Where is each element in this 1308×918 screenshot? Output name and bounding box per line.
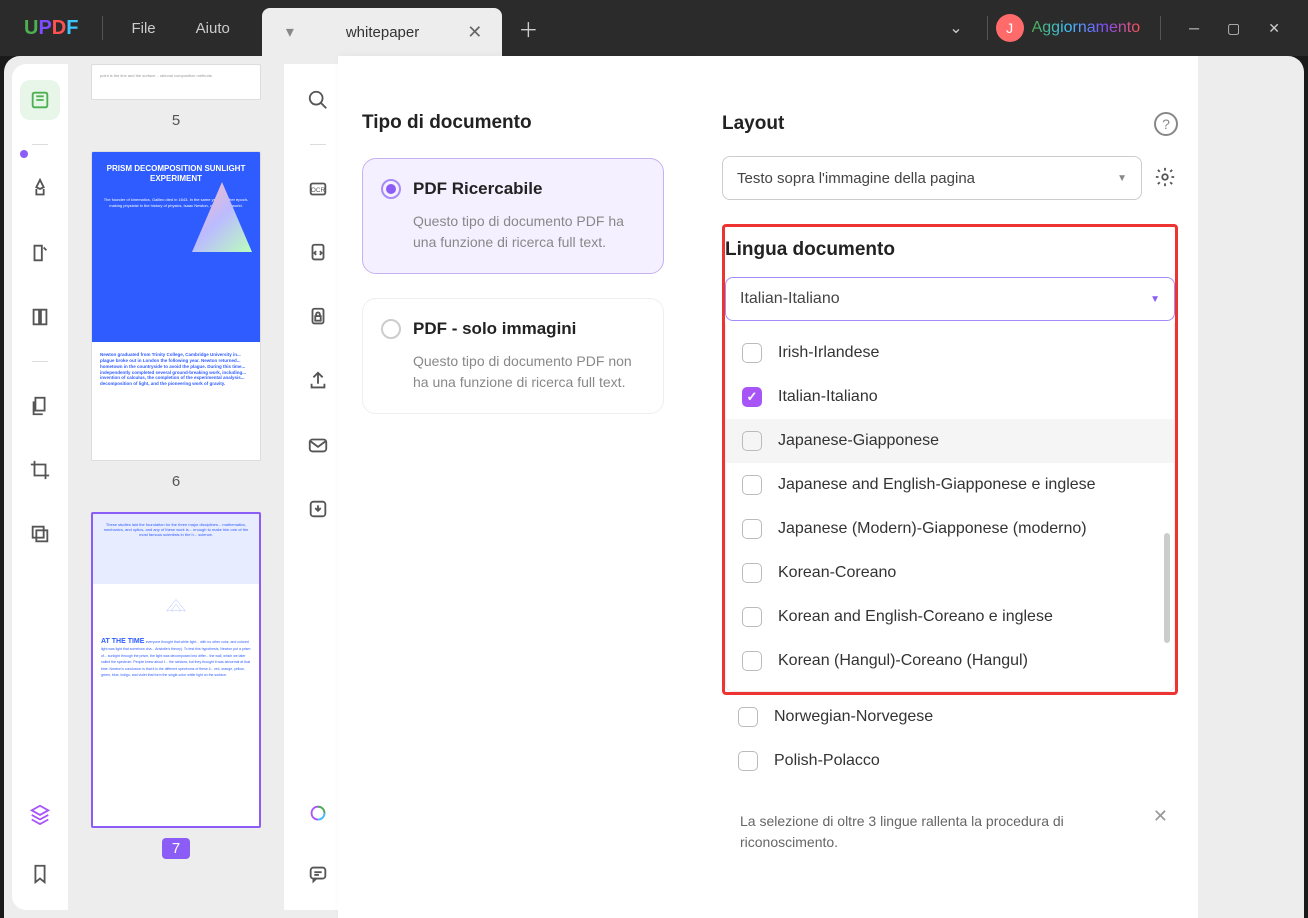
separator xyxy=(310,144,326,145)
language-option[interactable]: Korean-Coreano xyxy=(726,551,1174,595)
svg-text:E: E xyxy=(184,611,185,613)
thumbnail-panel: point is the line and the surface... rat… xyxy=(68,56,284,918)
tab-title: whitepaper xyxy=(322,24,443,41)
reader-tool[interactable] xyxy=(20,80,60,120)
language-option[interactable]: Italian-Italiano xyxy=(726,375,1174,419)
divider xyxy=(987,16,988,40)
checkbox-icon xyxy=(742,475,762,495)
divider xyxy=(1160,16,1161,40)
svg-text:A: A xyxy=(176,597,177,600)
help-icon[interactable]: ? xyxy=(1154,112,1178,136)
svg-text:D: D xyxy=(167,611,168,613)
menu-file[interactable]: File xyxy=(111,20,175,37)
crop-tool[interactable] xyxy=(20,450,60,490)
workspace: point is the line and the surface... rat… xyxy=(4,56,1304,918)
layout-select[interactable]: Testo sopra l'immagine della pagina ▼ xyxy=(722,156,1142,200)
highlight-tool[interactable] xyxy=(20,169,60,209)
comment-icon[interactable] xyxy=(298,854,338,894)
page-number: 7 xyxy=(162,838,190,859)
mail-icon[interactable] xyxy=(298,425,338,465)
language-option[interactable]: Korean and English-Coreano e inglese xyxy=(726,595,1174,639)
language-select[interactable]: Italian-Italiano ▼ xyxy=(725,277,1175,321)
upgrade-link[interactable]: Aggiornamento xyxy=(1032,19,1141,37)
panel-title: Tipo di documento xyxy=(362,112,664,134)
bookmark-tool[interactable] xyxy=(20,854,60,894)
language-option[interactable]: Norwegian-Norvegese xyxy=(722,695,1178,739)
titlebar: UPDF File Aiuto ▾ whitepaper ✕ ＋ ⌄ J Agg… xyxy=(0,0,1308,56)
menu-help[interactable]: Aiuto xyxy=(176,20,250,37)
highlighted-section: Lingua documento Italian-Italiano ▼ Iris… xyxy=(722,224,1178,695)
chevron-down-icon[interactable]: ⌄ xyxy=(933,18,978,38)
new-tab-button[interactable]: ＋ xyxy=(518,14,538,43)
thumbnail-page-5[interactable]: point is the line and the surface... rat… xyxy=(91,64,261,100)
close-icon[interactable]: ✕ xyxy=(467,22,482,43)
svg-text:OCR: OCR xyxy=(311,187,326,194)
checkbox-icon xyxy=(738,751,758,771)
close-window-icon[interactable]: ✕ xyxy=(1268,20,1280,37)
checkbox-icon xyxy=(742,343,762,363)
language-label: Lingua documento xyxy=(725,239,1175,261)
pages-tool[interactable] xyxy=(20,297,60,337)
page-number: 6 xyxy=(162,471,190,492)
document-tab[interactable]: ▾ whitepaper ✕ xyxy=(262,8,502,56)
option-image-only-pdf[interactable]: PDF - solo immagini Questo tipo di docum… xyxy=(362,298,664,414)
app-logo: UPDF xyxy=(8,17,94,40)
option-searchable-pdf[interactable]: PDF Ricercabile Questo tipo di documento… xyxy=(362,158,664,274)
close-icon[interactable]: ✕ xyxy=(1153,803,1168,830)
language-option[interactable]: Korean (Hangul)-Coreano (Hangul) xyxy=(726,639,1174,683)
checkbox-icon xyxy=(742,519,762,539)
separator xyxy=(32,144,48,145)
left-toolbar xyxy=(12,64,68,910)
divider xyxy=(102,16,103,40)
language-option[interactable]: Polish-Polacco xyxy=(722,739,1178,783)
language-dropdown-list[interactable]: Irish-IrlandeseItalian-ItalianoJapanese-… xyxy=(725,323,1175,692)
layout-language-panel: Layout ? Testo sopra l'immagine della pa… xyxy=(688,56,1198,918)
scrollbar[interactable] xyxy=(1164,533,1170,643)
stack-tool[interactable] xyxy=(20,514,60,554)
search-icon[interactable] xyxy=(298,80,338,120)
radio-icon xyxy=(381,179,401,199)
checkbox-icon xyxy=(742,651,762,671)
separator xyxy=(32,361,48,362)
avatar[interactable]: J xyxy=(996,14,1024,42)
edit-tool[interactable] xyxy=(20,233,60,273)
share-icon[interactable] xyxy=(298,361,338,401)
language-option[interactable]: Japanese and English-Giapponese e ingles… xyxy=(726,463,1174,507)
thumbnail-page-6[interactable]: PRISM DECOMPOSITION SUNLIGHT EXPERIMENT … xyxy=(91,151,261,461)
indicator-dot xyxy=(20,150,28,158)
thumbnail-page-7[interactable]: These studies laid the foundation for th… xyxy=(91,512,261,828)
page-number: 5 xyxy=(162,110,190,131)
minimize-icon[interactable]: ─ xyxy=(1189,20,1199,37)
gear-icon[interactable] xyxy=(1154,166,1178,190)
language-hint: ✕ La selezione di oltre 3 lingue rallent… xyxy=(722,799,1178,865)
language-option[interactable]: Japanese (Modern)-Giapponese (moderno) xyxy=(726,507,1174,551)
checkbox-icon xyxy=(742,387,762,407)
radio-icon xyxy=(381,319,401,339)
checkbox-icon xyxy=(738,707,758,727)
svg-text:N: N xyxy=(179,611,180,613)
checkbox-icon xyxy=(742,563,762,583)
language-option[interactable]: Japanese-Giapponese xyxy=(726,419,1174,463)
language-option[interactable]: Irish-Irlandese xyxy=(726,331,1174,375)
copy-tool[interactable] xyxy=(20,386,60,426)
maximize-icon[interactable]: ▢ xyxy=(1227,20,1240,37)
chevron-down-icon: ▼ xyxy=(1150,294,1160,305)
checkbox-icon xyxy=(742,431,762,451)
save-icon[interactable] xyxy=(298,489,338,529)
svg-text:B: B xyxy=(171,606,172,608)
chevron-down-icon: ▼ xyxy=(1117,173,1127,184)
convert-icon[interactable] xyxy=(298,233,338,273)
lock-icon[interactable] xyxy=(298,297,338,337)
tab-dropdown-icon[interactable]: ▾ xyxy=(282,24,298,40)
ocr-icon[interactable]: OCR xyxy=(298,169,338,209)
checkbox-icon xyxy=(742,607,762,627)
svg-text:M: M xyxy=(172,611,173,613)
layout-label: Layout xyxy=(722,113,784,135)
ai-icon[interactable] xyxy=(298,794,338,834)
layers-tool[interactable] xyxy=(20,794,60,834)
document-type-panel: Tipo di documento PDF Ricercabile Questo… xyxy=(338,56,688,918)
